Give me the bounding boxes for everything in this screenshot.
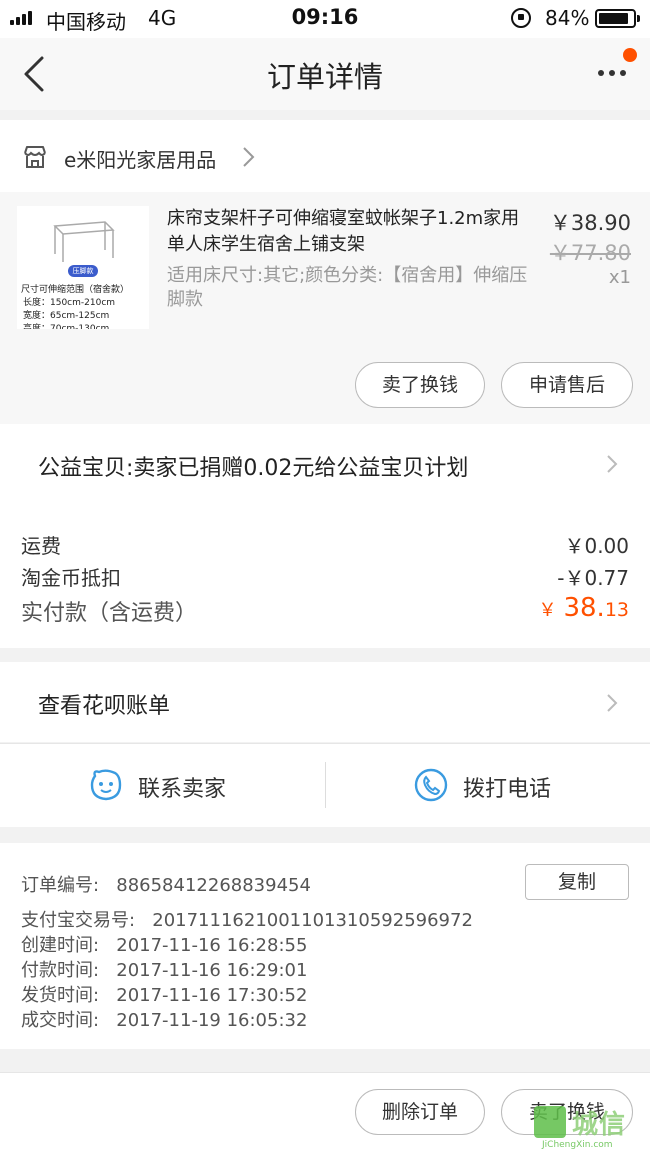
done-row: 成交时间: 2017-11-19 16:05:32 bbox=[21, 1006, 307, 1032]
coin-value: -￥0.77 bbox=[557, 566, 629, 590]
call-phone-button[interactable]: 拨打电话 bbox=[463, 771, 551, 803]
chat-icon[interactable] bbox=[89, 768, 123, 802]
alipay-number: 2017111621001101310592596972 bbox=[152, 910, 473, 931]
store-icon bbox=[24, 146, 46, 168]
watermark-url: JiChengXin.com bbox=[542, 1140, 613, 1150]
order-info: 订单编号: 88658412268839454 复制 支付宝交易号: 20171… bbox=[0, 843, 650, 1049]
created-row: 创建时间: 2017-11-16 16:28:55 bbox=[21, 931, 307, 957]
paid-label: 实付款（含运费） bbox=[21, 601, 198, 626]
after-sale-button[interactable]: 申请售后 bbox=[501, 362, 633, 408]
sell-button[interactable]: 卖了换钱 bbox=[355, 362, 485, 408]
shipping-value: ￥0.00 bbox=[564, 534, 629, 558]
battery-percent: 84% bbox=[545, 6, 590, 30]
chevron-right-icon bbox=[243, 147, 255, 167]
shipped-label: 发货时间: bbox=[21, 985, 100, 1006]
copy-button[interactable]: 复制 bbox=[525, 864, 629, 900]
created-time: 2017-11-16 16:28:55 bbox=[116, 935, 308, 956]
order-number-label: 订单编号: bbox=[21, 875, 100, 896]
paid-time-row: 付款时间: 2017-11-16 16:29:01 bbox=[21, 956, 307, 982]
shipping-label: 运费 bbox=[21, 534, 61, 558]
paid-time-label: 付款时间: bbox=[21, 960, 100, 981]
huabei-row[interactable]: 查看花呗账单 bbox=[0, 662, 650, 742]
paid-decimal: 13 bbox=[604, 599, 629, 621]
thumbnail-caption: 尺寸可伸缩范围（宿舍款） bbox=[21, 285, 130, 295]
battery-icon bbox=[595, 9, 640, 28]
paid-row: 实付款（含运费） ￥ 38.13 bbox=[21, 593, 629, 627]
product-thumbnail[interactable]: 压脚款 尺寸可伸缩范围（宿舍款） 长度：150cm-210cm 宽度：65cm-… bbox=[17, 206, 149, 329]
product-price: ￥38.90 bbox=[549, 211, 631, 235]
product-title[interactable]: 床帘支架杆子可伸缩寝室蚊帐架子1.2m家用单人床学生宿舍上铺支架 bbox=[167, 206, 537, 258]
contact-seller-button[interactable]: 联系卖家 bbox=[138, 771, 226, 803]
thumbnail-height: 高度：70cm-130cm bbox=[23, 324, 110, 329]
coin-row: 淘金币抵扣 -￥0.77 bbox=[21, 562, 629, 591]
done-label: 成交时间: bbox=[21, 1010, 100, 1031]
shop-header[interactable]: e米阳光家居用品 bbox=[0, 120, 650, 192]
shop-name: e米阳光家居用品 bbox=[64, 148, 217, 172]
alipay-row: 支付宝交易号: 2017111621001101310592596972 bbox=[21, 906, 473, 932]
huabei-text: 查看花呗账单 bbox=[38, 694, 171, 719]
watermark-badge bbox=[534, 1106, 566, 1138]
product-spec: 适用床尺寸:其它;颜色分类:【宿舍用】伸缩压脚款 bbox=[167, 265, 528, 310]
nav-bar: 订单详情 bbox=[0, 38, 650, 110]
shipping-row: 运费 ￥0.00 bbox=[21, 530, 629, 559]
paid-time: 2017-11-16 16:29:01 bbox=[116, 960, 308, 981]
rotation-lock-icon bbox=[511, 8, 531, 28]
fee-summary: 运费 ￥0.00 淘金币抵扣 -￥0.77 实付款（含运费） ￥ 38.13 bbox=[0, 506, 650, 648]
notification-dot bbox=[623, 48, 637, 62]
created-label: 创建时间: bbox=[21, 935, 100, 956]
contact-bar: 联系卖家 拨打电话 bbox=[0, 743, 650, 827]
thumbnail-length: 长度：150cm-210cm bbox=[23, 298, 116, 308]
phone-icon[interactable] bbox=[414, 768, 448, 802]
thumbnail-badge: 压脚款 bbox=[68, 265, 98, 277]
chevron-right-icon bbox=[607, 455, 618, 473]
order-number-row: 订单编号: 88658412268839454 bbox=[21, 871, 311, 897]
delete-order-button[interactable]: 删除订单 bbox=[355, 1089, 485, 1135]
paid-integer: 38. bbox=[563, 593, 605, 623]
shipped-time: 2017-11-16 17:30:52 bbox=[116, 985, 308, 1006]
status-bar: 中国移动 4G 09:16 84% bbox=[0, 0, 650, 38]
paid-amount: ￥ 38.13 bbox=[538, 593, 629, 623]
more-icon bbox=[598, 70, 604, 76]
order-number: 88658412268839454 bbox=[116, 875, 311, 896]
watermark-logo: 城信 JiChengXin.com bbox=[530, 1098, 645, 1150]
charity-row[interactable]: 公益宝贝:卖家已捐赠0.02元给公益宝贝计划 bbox=[0, 424, 650, 506]
divider bbox=[325, 762, 326, 808]
order-item: 压脚款 尺寸可伸缩范围（宿舍款） 长度：150cm-210cm 宽度：65cm-… bbox=[0, 192, 650, 424]
alipay-label: 支付宝交易号: bbox=[21, 910, 136, 931]
watermark-text: 城信 bbox=[572, 1110, 627, 1140]
paid-currency: ￥ bbox=[538, 600, 557, 621]
shipped-row: 发货时间: 2017-11-16 17:30:52 bbox=[21, 981, 307, 1007]
coin-label: 淘金币抵扣 bbox=[21, 566, 121, 590]
done-time: 2017-11-19 16:05:32 bbox=[116, 1010, 308, 1031]
chevron-right-icon bbox=[607, 694, 618, 712]
product-quantity: x1 bbox=[608, 267, 631, 288]
charity-text: 公益宝贝:卖家已捐赠0.02元给公益宝贝计划 bbox=[38, 456, 469, 481]
more-button[interactable] bbox=[590, 48, 637, 90]
page-title: 订单详情 bbox=[266, 60, 383, 94]
thumbnail-width: 宽度：65cm-125cm bbox=[23, 311, 110, 321]
original-price: ￥77.80 bbox=[549, 241, 631, 265]
bed-frame-image bbox=[53, 221, 115, 262]
